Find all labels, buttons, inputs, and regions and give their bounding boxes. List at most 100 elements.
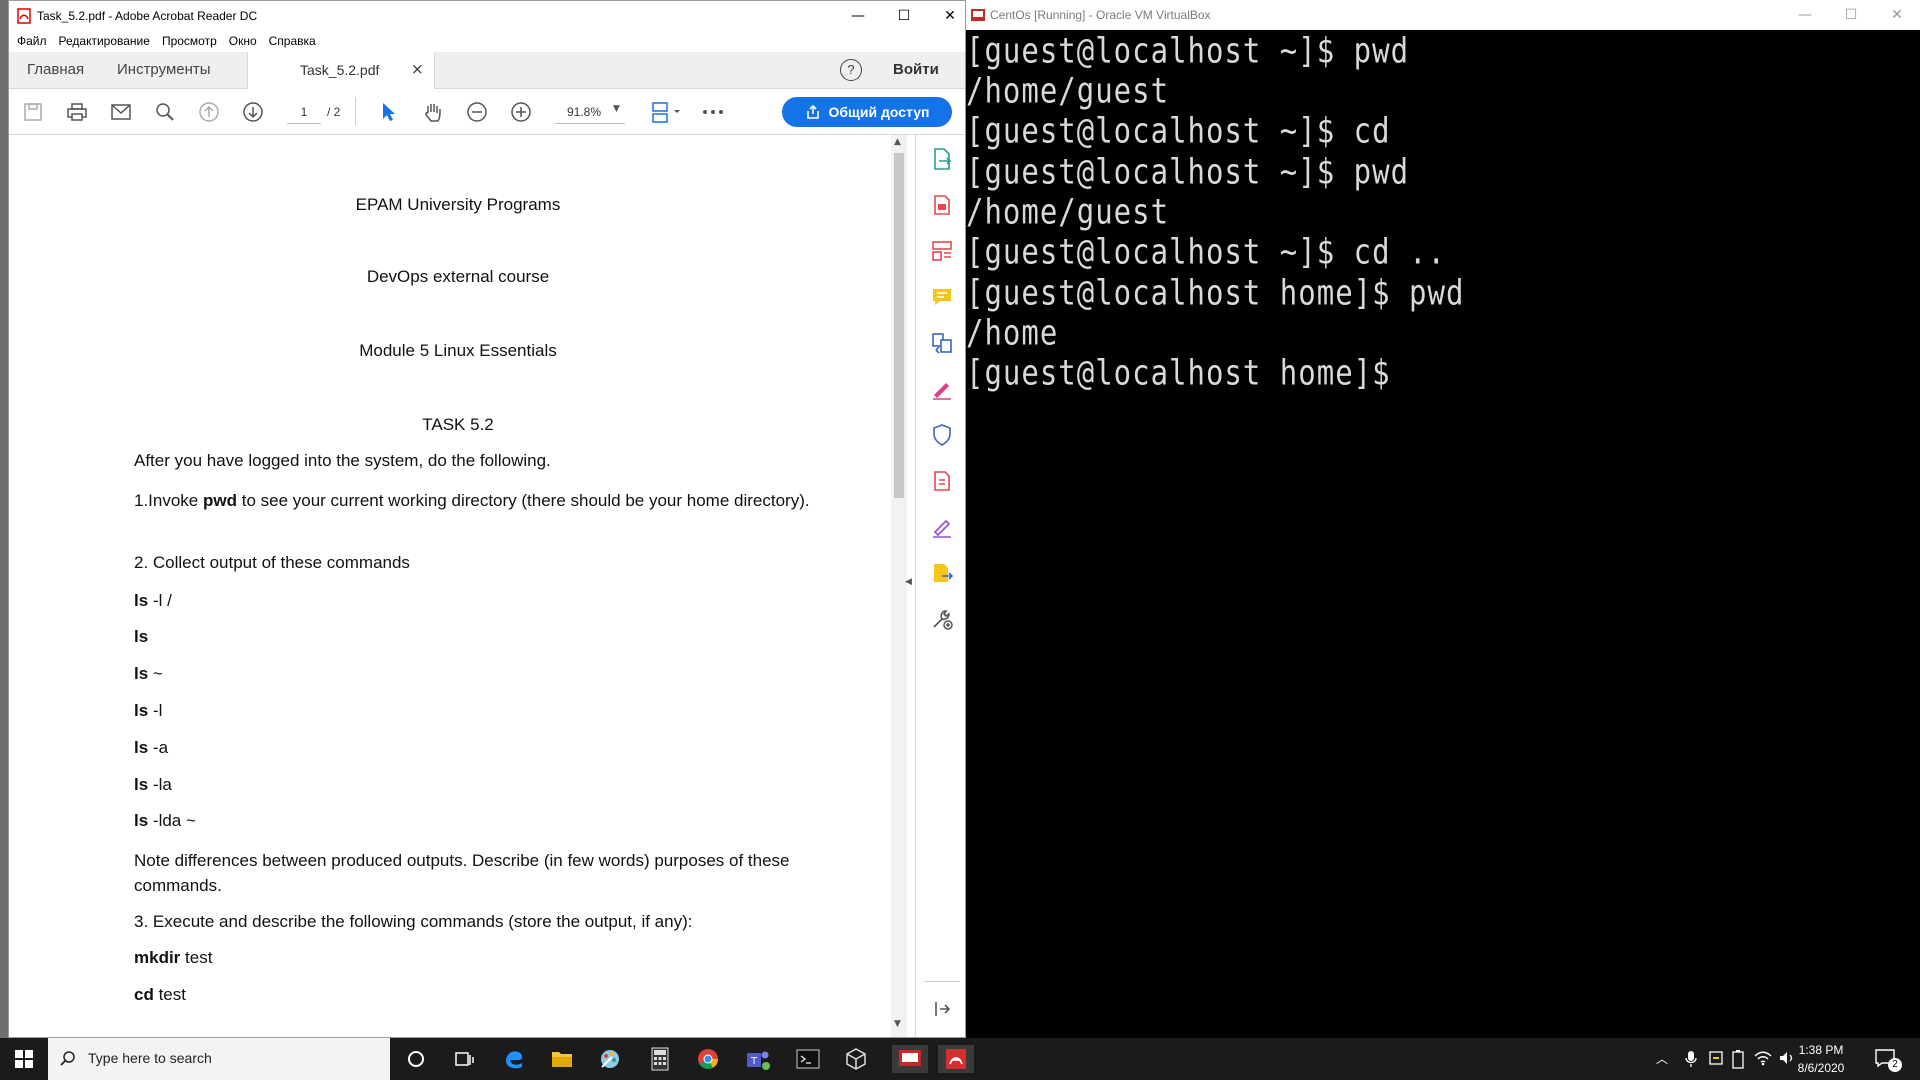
tab-close-icon[interactable]: × <box>411 60 424 78</box>
clock-date: 8/6/2020 <box>1797 1061 1845 1075</box>
wifi-icon[interactable] <box>1754 1050 1772 1066</box>
taskbar-virtualbox-manager[interactable] <box>842 1045 870 1073</box>
more-tools-wrench-icon[interactable] <box>930 607 954 631</box>
convert-icon[interactable] <box>930 331 954 355</box>
close-icon: ✕ <box>1891 7 1903 23</box>
action-center-button[interactable]: 2 <box>1874 1048 1904 1072</box>
scroll-up-icon[interactable]: ▲ <box>894 137 901 147</box>
start-button[interactable] <box>10 1045 38 1073</box>
tab-document[interactable]: Task_5.2.pdf × <box>247 52 435 89</box>
doc-note: Note differences between produced output… <box>134 851 790 895</box>
fill-sign-icon[interactable] <box>930 377 954 401</box>
vbox-maximize-button[interactable]: ☐ <box>1828 0 1874 30</box>
microphone-icon[interactable] <box>1684 1050 1698 1068</box>
request-signature-icon[interactable] <box>930 515 954 539</box>
doc-step-1: 1.Invoke pwd to see your current working… <box>134 488 834 514</box>
scroll-down-icon[interactable]: ▼ <box>894 1019 901 1029</box>
signin-button[interactable]: Войти <box>893 52 939 88</box>
find-button[interactable] <box>153 100 177 124</box>
hand-icon <box>425 104 441 122</box>
share-icon <box>806 104 819 119</box>
menu-window[interactable]: Окно <box>229 31 257 51</box>
zoom-select[interactable]: 91.8% ▼ <box>555 101 625 124</box>
maximize-button[interactable]: ☐ <box>881 1 927 31</box>
cmd-arg: test <box>153 985 186 1004</box>
export-pdf-icon[interactable] <box>930 147 954 171</box>
taskbar-clock[interactable]: 1:38 PM 8/6/2020 <box>1790 1041 1852 1077</box>
tab-bar: Главная Инструменты Task_5.2.pdf × ? Вой… <box>9 52 965 89</box>
notification-count: 2 <box>1888 1058 1902 1072</box>
zoom-out-button[interactable] <box>465 100 489 124</box>
select-tool-button[interactable] <box>377 100 401 124</box>
tab-home[interactable]: Главная <box>27 52 84 88</box>
menu-help[interactable]: Справка <box>269 31 316 51</box>
collapse-tools-icon[interactable] <box>930 997 954 1021</box>
taskbar-terminal[interactable] <box>794 1045 822 1073</box>
taskbar-edge[interactable] <box>500 1045 528 1073</box>
comment-icon[interactable] <box>930 285 954 309</box>
compress-pdf-icon[interactable] <box>930 469 954 493</box>
share-button[interactable]: Общий доступ <box>782 97 952 127</box>
task-view-icon <box>455 1052 474 1066</box>
taskbar-search[interactable]: Type here to search <box>48 1038 390 1080</box>
taskbar-paint[interactable] <box>596 1045 624 1073</box>
doc-step-2: 2. Collect output of these commands <box>134 553 410 572</box>
taskbar-teams[interactable]: T <box>744 1045 772 1073</box>
print-button[interactable] <box>65 100 89 124</box>
minus-circle-icon <box>467 102 487 122</box>
doc-cmd-row: ls ~ <box>134 664 834 684</box>
send-for-review-icon[interactable] <box>930 561 954 585</box>
next-page-button[interactable] <box>241 100 265 124</box>
tray-overflow-icon[interactable]: ︿ <box>1656 1050 1668 1067</box>
help-icon[interactable]: ? <box>840 59 862 81</box>
cmd-name: ls <box>134 775 149 794</box>
terminal-line: [guest@localhost ~]$ cd .. <box>966 231 1446 272</box>
virtualbox-app-icon <box>971 9 985 21</box>
doc-heading-course: DevOps external course <box>366 267 550 286</box>
zoom-value: 91.8% <box>567 105 602 119</box>
task-view-button[interactable] <box>450 1045 478 1073</box>
battery-icon[interactable] <box>1732 1049 1744 1069</box>
organize-pages-icon[interactable] <box>930 239 954 263</box>
vbox-close-button[interactable]: ✕ <box>1874 0 1920 30</box>
printer-icon <box>67 103 87 121</box>
menu-file[interactable]: Файл <box>17 31 47 51</box>
vbox-minimize-button[interactable]: — <box>1782 0 1828 30</box>
cmd-arg: -la <box>148 775 172 794</box>
email-button[interactable] <box>109 100 133 124</box>
cortana-button[interactable] <box>402 1045 430 1073</box>
cmd-name: ls <box>134 591 149 610</box>
page-number-input[interactable]: 1 <box>287 101 321 124</box>
cmd-name: ls <box>134 738 149 757</box>
taskbar-calculator[interactable] <box>646 1045 674 1073</box>
vm-console[interactable]: [guest@localhost ~]$ pwd /home/guest [gu… <box>966 30 1920 1038</box>
maximize-icon: ☐ <box>1844 7 1858 23</box>
page-total: / 2 <box>327 105 341 119</box>
zoom-in-button[interactable] <box>509 100 533 124</box>
taskbar-acrobat[interactable] <box>938 1045 974 1073</box>
page-display-button[interactable] <box>649 100 685 124</box>
protect-shield-icon[interactable] <box>930 423 954 447</box>
tab-tools[interactable]: Инструменты <box>117 52 211 88</box>
more-tools-button[interactable] <box>701 100 725 124</box>
more-icon <box>703 110 723 114</box>
taskbar-virtualbox-vm[interactable] <box>892 1045 928 1073</box>
hand-tool-button[interactable] <box>421 100 445 124</box>
cmd-name: cd <box>134 985 154 1004</box>
terminal-line: /home <box>966 312 1059 353</box>
taskbar-file-explorer[interactable] <box>548 1045 576 1073</box>
terminal-prompt-line: [guest@localhost home]$ <box>966 352 1410 393</box>
minimize-button[interactable]: — <box>835 1 881 31</box>
scrollbar-thumb[interactable] <box>894 153 904 498</box>
save-button[interactable] <box>21 100 45 124</box>
menu-view[interactable]: Просмотр <box>162 31 217 51</box>
create-pdf-icon[interactable] <box>930 193 954 217</box>
close-window-button[interactable]: ✕ <box>927 1 965 31</box>
acrobat-title-bar: Task_5.2.pdf - Adobe Acrobat Reader DC —… <box>9 1 965 31</box>
taskbar-chrome[interactable] <box>694 1045 722 1073</box>
prev-page-button[interactable] <box>197 100 221 124</box>
collapse-pane-icon[interactable]: ◀ <box>905 577 912 587</box>
terminal-line: [guest@localhost ~]$ pwd <box>966 151 1410 192</box>
dropbox-icon[interactable] <box>1708 1050 1724 1066</box>
menu-edit[interactable]: Редактирование <box>59 31 150 51</box>
